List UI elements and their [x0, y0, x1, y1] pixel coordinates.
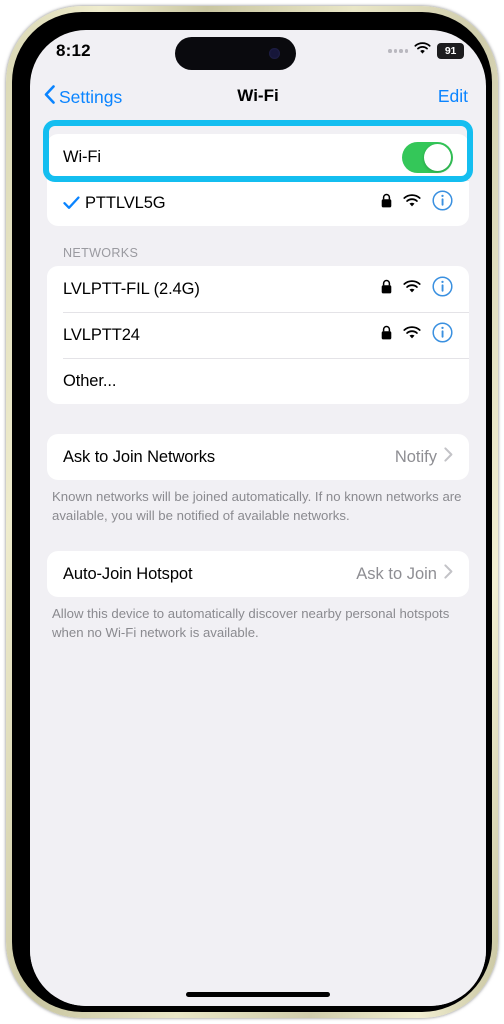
info-circle-icon[interactable] — [432, 276, 453, 302]
front-camera-icon — [269, 48, 280, 59]
wifi-toggle-card: Wi-Fi PTTLVL5G — [47, 134, 469, 226]
wifi-signal-icon — [403, 193, 421, 213]
info-circle-icon[interactable] — [432, 190, 453, 216]
connected-network-row[interactable]: PTTLVL5G — [47, 180, 469, 226]
auto-join-hotspot-label: Auto-Join Hotspot — [63, 564, 193, 583]
ask-to-join-card: Ask to Join Networks Notify — [47, 434, 469, 480]
ask-to-join-label: Ask to Join Networks — [63, 447, 216, 466]
networks-card: LVLPTT-FIL (2.4G) LVLPTT24 Other... — [47, 266, 469, 404]
network-name: LVLPTT24 — [63, 325, 140, 344]
checkmark-icon — [63, 196, 85, 210]
device-frame: 8:12 91 Settings Wi-Fi Edit Wi-Fi PTTLVL… — [6, 6, 498, 1018]
wifi-signal-icon — [403, 279, 421, 299]
connected-network-icons — [381, 190, 453, 216]
ask-to-join-footnote: Known networks will be joined automatica… — [52, 489, 462, 524]
wifi-toggle-knob — [424, 143, 451, 171]
ask-to-join-value: Notify — [394, 447, 437, 466]
auto-join-hotspot-card: Auto-Join Hotspot Ask to Join — [47, 551, 469, 598]
network-row-other[interactable]: Other... — [47, 358, 469, 404]
network-icons — [381, 276, 453, 302]
auto-join-hotspot-value: Ask to Join — [356, 564, 437, 583]
wifi-toggle-switch[interactable] — [402, 141, 453, 173]
network-icons — [381, 322, 453, 348]
cellular-dots-icon — [388, 49, 408, 53]
device-bezel: 8:12 91 Settings Wi-Fi Edit Wi-Fi PTTLVL… — [12, 12, 492, 1012]
wifi-icon — [414, 42, 431, 60]
info-circle-icon[interactable] — [432, 322, 453, 348]
wifi-toggle-label: Wi-Fi — [63, 147, 101, 166]
ask-to-join-row[interactable]: Ask to Join Networks Notify — [47, 434, 469, 480]
lock-icon — [381, 193, 392, 213]
auto-join-hotspot-footnote: Allow this device to automatically disco… — [52, 606, 450, 641]
network-name: Other... — [63, 371, 117, 390]
network-row-lvlptt-fil[interactable]: LVLPTT-FIL (2.4G) — [47, 266, 469, 312]
lock-icon — [381, 325, 392, 345]
wifi-toggle-row[interactable]: Wi-Fi — [47, 134, 469, 180]
navigation-bar: Settings Wi-Fi Edit — [30, 76, 486, 120]
network-row-lvlptt24[interactable]: LVLPTT24 — [47, 312, 469, 358]
battery-pill-icon: 91 — [437, 43, 464, 59]
status-bar: 8:12 91 — [30, 30, 486, 76]
chevron-right-icon — [444, 564, 453, 584]
status-bar-time: 8:12 — [56, 41, 91, 60]
lock-icon — [381, 279, 392, 299]
page-title: Wi-Fi — [237, 86, 279, 105]
edit-button[interactable]: Edit — [438, 86, 468, 107]
connected-network-name: PTTLVL5G — [85, 193, 166, 212]
auto-join-hotspot-row[interactable]: Auto-Join Hotspot Ask to Join — [47, 551, 469, 597]
networks-section-header: NETWORKS — [63, 246, 139, 260]
status-bar-indicators: 91 — [388, 42, 464, 60]
wifi-signal-icon — [403, 325, 421, 345]
network-name: LVLPTT-FIL (2.4G) — [63, 279, 200, 298]
settings-content: Wi-Fi PTTLVL5G NETWORKS LVLPTT-FIL (2.4G… — [30, 120, 486, 1006]
battery-level-text: 91 — [444, 45, 457, 57]
chevron-right-icon — [444, 447, 453, 467]
device-screen: 8:12 91 Settings Wi-Fi Edit Wi-Fi PTTLVL… — [30, 30, 486, 1006]
dynamic-island — [175, 37, 296, 70]
home-indicator[interactable] — [186, 992, 330, 997]
